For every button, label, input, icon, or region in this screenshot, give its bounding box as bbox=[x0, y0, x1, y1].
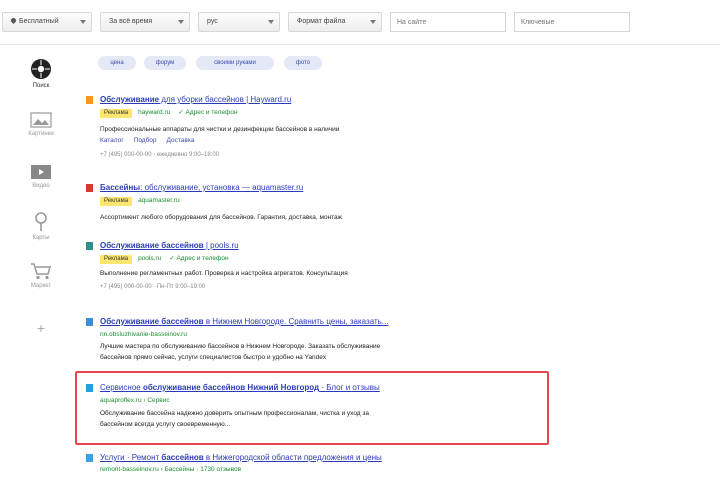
location-icon bbox=[9, 16, 18, 24]
search-filter-bar: Бесплатный За всё время рус Формат файла bbox=[0, 0, 720, 44]
nav-item-video[interactable]: Видео bbox=[18, 164, 64, 189]
related-query-pill[interactable]: форум bbox=[144, 56, 186, 70]
ad-badge: Реклама bbox=[100, 255, 133, 264]
search-icon bbox=[31, 59, 51, 79]
images-icon bbox=[30, 112, 52, 128]
chevron-down-icon bbox=[370, 20, 376, 24]
region-select[interactable]: Бесплатный bbox=[2, 12, 92, 32]
result-meta: remont-basseinov.ru › Бассейны · 1730 от… bbox=[100, 465, 249, 475]
search-result-ad: Обслуживание бассейнов | pools.ru Реклам… bbox=[86, 240, 546, 300]
result-snippet: Лучшие мастера по обслуживанию бассейнов… bbox=[100, 343, 381, 350]
chevron-down-icon bbox=[80, 20, 86, 24]
result-meta: Реклама aquamaster.ru bbox=[100, 196, 188, 206]
filter-divider bbox=[0, 44, 720, 45]
chevron-down-icon bbox=[178, 20, 184, 24]
video-icon bbox=[31, 165, 51, 179]
nav-item-search[interactable]: Поиск bbox=[18, 58, 64, 89]
result-title-link[interactable]: Обслуживание для уборки бассейнов | Hayw… bbox=[100, 94, 291, 106]
result-snippet: Профессиональные аппараты для чистки и д… bbox=[100, 126, 340, 133]
site-favicon bbox=[86, 318, 93, 326]
search-result: Обслуживание бассейнов в Нижнем Новгород… bbox=[86, 316, 546, 366]
result-contact: +7 (495) 000-00-00 · ежедневно 9:00–18:0… bbox=[100, 152, 220, 158]
result-url[interactable]: remont-basseinov.ru › Бассейны · 1730 от… bbox=[100, 466, 241, 473]
keyword-filter-input[interactable] bbox=[514, 12, 630, 32]
result-contact: +7 (495) 000-00-00 · Пн-Пт 9:00–19:00 bbox=[100, 284, 206, 290]
related-query-pill[interactable]: своими руками bbox=[196, 56, 274, 70]
file-format-select[interactable]: Формат файла bbox=[288, 12, 382, 32]
site-favicon bbox=[86, 242, 93, 250]
result-title-link[interactable]: Услуги · Ремонт бассейнов в Нижегородско… bbox=[100, 452, 382, 464]
result-meta: Реклама pools.ru ✓ Адрес и телефон bbox=[100, 254, 229, 264]
result-snippet: бассейнов прямо сейчас, услуги специалис… bbox=[100, 354, 327, 361]
search-result-ad: Обслуживание для уборки бассейнов | Hayw… bbox=[86, 94, 546, 166]
ad-badge: Реклама bbox=[100, 109, 133, 118]
related-query-pill[interactable]: цена bbox=[98, 56, 136, 70]
result-title-link[interactable]: Бассейны: обслуживание, установка — aqua… bbox=[100, 182, 303, 194]
result-url[interactable]: pools.ru bbox=[138, 255, 161, 262]
ad-badge: Реклама bbox=[100, 197, 133, 206]
search-result: Услуги · Ремонт бассейнов в Нижегородско… bbox=[86, 452, 546, 480]
sitelink[interactable]: Доставка bbox=[167, 137, 195, 144]
result-title-link[interactable]: Обслуживание бассейнов в Нижнем Новгород… bbox=[100, 316, 388, 328]
verified-contacts[interactable]: ✓ Адрес и телефон bbox=[169, 255, 228, 262]
nav-item-more[interactable]: + bbox=[18, 320, 64, 338]
result-snippet: Выполнение регламентных работ. Проверка … bbox=[100, 270, 348, 277]
verified-contacts[interactable]: ✓ Адрес и телефон bbox=[178, 109, 237, 116]
map-pin-icon bbox=[35, 212, 47, 231]
search-result-ad: Бассейны: обслуживание, установка — aqua… bbox=[86, 182, 546, 226]
result-meta: nn.obsluzhivanie-basseinov.ru bbox=[100, 330, 195, 340]
result-meta: Реклама hayward.ru ✓ Адрес и телефон bbox=[100, 108, 238, 118]
result-snippet: Ассортимент любого оборудования для басс… bbox=[100, 214, 343, 221]
plus-icon: + bbox=[36, 320, 46, 336]
nav-item-images[interactable]: Картинки bbox=[18, 112, 64, 137]
cart-icon bbox=[31, 263, 51, 280]
site-filter-input[interactable] bbox=[390, 12, 506, 32]
time-select[interactable]: За всё время bbox=[100, 12, 190, 32]
site-favicon bbox=[86, 96, 93, 104]
sitelink[interactable]: Каталог bbox=[100, 137, 124, 144]
site-favicon bbox=[86, 184, 93, 192]
related-query-pill[interactable]: фото bbox=[284, 56, 322, 70]
nav-item-maps[interactable]: Карты bbox=[18, 212, 64, 241]
nav-item-market[interactable]: Маркет bbox=[18, 262, 64, 289]
result-title-link[interactable]: Обслуживание бассейнов | pools.ru bbox=[100, 240, 239, 252]
result-url[interactable]: hayward.ru bbox=[138, 109, 170, 116]
chevron-down-icon bbox=[268, 20, 274, 24]
result-url[interactable]: nn.obsluzhivanie-basseinov.ru bbox=[100, 331, 187, 338]
result-url[interactable]: aquamaster.ru bbox=[138, 197, 180, 204]
site-favicon bbox=[86, 454, 93, 462]
result-sitelinks: Каталог Подбор Доставка bbox=[100, 136, 204, 146]
result-highlight-frame bbox=[75, 371, 549, 445]
sitelink[interactable]: Подбор bbox=[134, 137, 157, 144]
language-select[interactable]: рус bbox=[198, 12, 280, 32]
